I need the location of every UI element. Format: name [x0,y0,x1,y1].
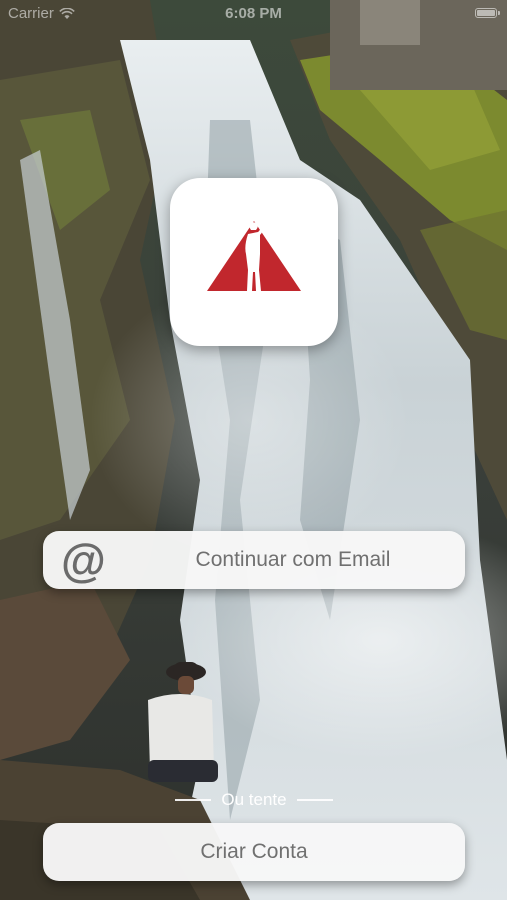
status-bar: Carrier 6:08 PM [0,0,507,28]
continue-with-email-button[interactable]: @ Continuar com Email [43,531,465,589]
or-divider: Ou tente [168,789,340,811]
or-divider-label: Ou tente [221,790,287,809]
divider-line-left [175,799,212,801]
create-account-label: Criar Conta [200,840,308,863]
status-time: 6:08 PM [225,5,282,22]
continue-with-email-label: Continuar com Email [195,548,391,571]
divider-line-right [296,799,333,801]
app-logo [170,178,338,346]
mountain-hiker-logo-icon [207,221,301,291]
battery-icon [475,8,500,18]
login-screen: Carrier 6:08 PM @ Continuar com Email Ou… [0,0,507,900]
at-sign-icon: @ [61,534,106,586]
waterfall-background-image [0,0,507,900]
create-account-button[interactable]: Criar Conta [43,823,465,881]
